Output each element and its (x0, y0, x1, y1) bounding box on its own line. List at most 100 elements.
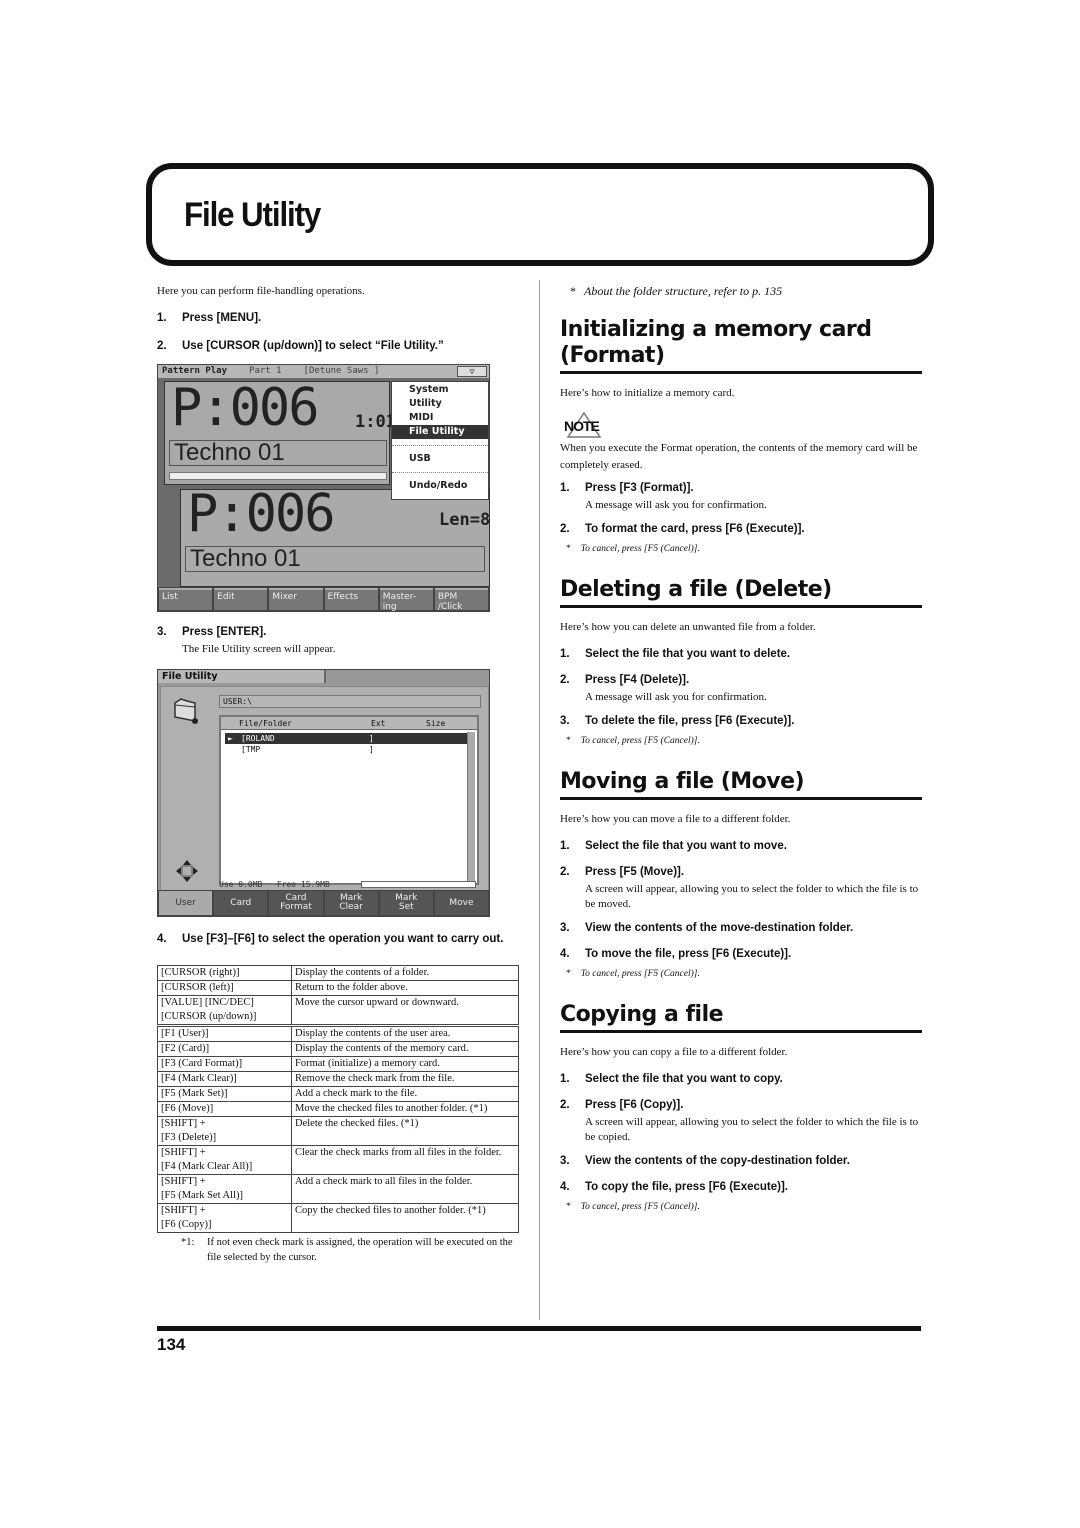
column-divider (539, 280, 540, 1320)
chapter-title: File Utility (184, 196, 321, 234)
section-copy: Copying a file Here’s how you can copy a… (560, 1002, 922, 1215)
table-row: [F2 (Card)] Display the contents of the m… (157, 1041, 519, 1057)
table-desc-cell: Clear the check marks from all files in … (291, 1145, 519, 1175)
heading-copy: Copying a file (560, 1002, 922, 1033)
menu-item-midi[interactable]: MIDI (392, 411, 488, 425)
fkey-effects[interactable]: Effects (324, 588, 378, 610)
section-delete: Deleting a file (Delete) Here’s how you … (560, 577, 922, 749)
table-desc-cell: Copy the checked files to another folder… (291, 1203, 519, 1233)
table-desc-cell: Return to the folder above. (291, 980, 519, 996)
step-1: 1. Press [MENU]. (157, 312, 262, 324)
table-row: [VALUE] [INC/DEC] [CURSOR (up/down)] Move… (157, 995, 519, 1026)
pattern-play-screen: Pattern Play Part 1 [Detune Saws ] ▽ P:0… (157, 364, 490, 612)
step-desc: A message will ask you for confirmation. (585, 691, 767, 703)
file-list-scrollbar[interactable] (467, 732, 475, 882)
table-key-cell: [SHIFT] + [F3 (Delete)] (157, 1116, 292, 1146)
table-desc-cell: Delete the checked files. (*1) (291, 1116, 519, 1146)
folder-structure-note: * About the folder structure, refer to p.… (570, 284, 783, 298)
cancel-note: * To cancel, press [F5 (Cancel)]. (566, 1202, 700, 1212)
fkey-card-format[interactable]: Card Format (269, 891, 323, 915)
table-key-cell: [F2 (Card)] (157, 1041, 292, 1057)
cursor-arrow-icon: ► (228, 734, 233, 743)
menu-dropdown-button[interactable]: ▽ (457, 366, 487, 377)
fkey-bpm-click[interactable]: BPM /Click (434, 588, 489, 612)
table-row: [F6 (Move)] Move the checked files to ano… (157, 1101, 519, 1117)
operations-table: [CURSOR (right)] Display the contents of … (157, 965, 519, 1233)
heading-format: Initializing a memory card (Format) (560, 317, 922, 374)
table-key-cell: [SHIFT] + [F4 (Mark Clear All)] (157, 1145, 292, 1175)
fkey-mixer[interactable]: Mixer (269, 588, 323, 610)
menu-item-system[interactable]: System (392, 383, 488, 397)
step-desc: A screen will appear, allowing you to se… (585, 1116, 919, 1143)
table-row: [CURSOR (right)] Display the contents of … (157, 965, 519, 981)
folder-icon (174, 698, 198, 724)
fkey-move[interactable]: Move (434, 891, 489, 915)
step-3: 3. Press [ENTER]. (157, 626, 267, 638)
cancel-note: * To cancel, press [F5 (Cancel)]. (566, 544, 700, 554)
fkey-list[interactable]: List (159, 588, 213, 610)
fkey-mark-set[interactable]: Mark Set (379, 891, 433, 915)
step-2: 2. To format the card, press [F6 (Execute… (560, 523, 805, 535)
table-desc-cell: Add a check mark to all files in the fol… (291, 1174, 519, 1204)
usage-text: Use 0.0MB Free 15.9MB (219, 880, 330, 889)
page-number: 134 (157, 1335, 186, 1354)
table-row: [F4 (Mark Clear)] Remove the check mark f… (157, 1071, 519, 1087)
note-block: NOTE When you execute the Format operati… (560, 412, 922, 474)
step-3: 3. To delete the file, press [F6 (Execute… (560, 715, 795, 727)
step-2: 2. Use [CURSOR (up/down)] to select “Fil… (157, 340, 444, 352)
heading-delete: Deleting a file (Delete) (560, 577, 922, 608)
table-key-cell: [F6 (Move)] (157, 1101, 292, 1117)
fkey-mark-clear[interactable]: Mark Clear (324, 891, 378, 915)
step-4: 4. To copy the file, press [F6 (Execute)]… (560, 1181, 788, 1193)
table-key-cell: [CURSOR (right)] (157, 965, 292, 981)
fkey-edit[interactable]: Edit (214, 588, 268, 610)
menu-item-utility[interactable]: Utility (392, 397, 488, 411)
step-3: 3. View the contents of the copy-destinat… (560, 1155, 850, 1167)
step-4: 4. To move the file, press [F6 (Execute)]… (560, 948, 792, 960)
table-row: [SHIFT] + [F3 (Delete)] Delete the checke… (157, 1116, 519, 1146)
heading-move: Moving a file (Move) (560, 769, 922, 800)
table-row: [F3 (Card Format)] Format (initialize) a … (157, 1056, 519, 1072)
fkey-card[interactable]: Card (214, 891, 268, 915)
table-row: [SHIFT] + [F5 (Mark Set All)] Add a check… (157, 1174, 519, 1204)
note-icon: NOTE (560, 412, 606, 438)
file-utility-function-keys: User Card Card Format Mark Clear Mark Se… (158, 890, 489, 916)
file-row[interactable]: ► [ROLAND ] (225, 733, 471, 744)
cancel-note: * To cancel, press [F5 (Cancel)]. (566, 969, 700, 979)
table-desc-cell: Display the contents of the memory card. (291, 1041, 519, 1057)
fkey-mastering[interactable]: Master- ing (379, 588, 433, 612)
menu-item-usb[interactable]: USB (392, 452, 488, 466)
table-row: [F5 (Mark Set)] Add a check mark to the f… (157, 1086, 519, 1102)
step-2: 2. Press [F4 (Delete)]. (560, 674, 690, 686)
screen-header: Pattern Play Part 1 [Detune Saws ] (158, 365, 489, 378)
file-utility-body: USER:\ File/Folder Ext Size ► [ROLAND ] … (160, 686, 489, 891)
path-display: USER:\ (219, 695, 481, 708)
menu-item-undo-redo[interactable]: Undo/Redo (392, 479, 488, 493)
step-3: 3. View the contents of the move-destinat… (560, 922, 854, 934)
cursor-dpad-icon (176, 860, 198, 882)
step-1: 1. Select the file that you want to copy. (560, 1073, 783, 1085)
pattern-panel-front: P:006 NEXT Len=8 Techno 01 (180, 484, 490, 587)
step-1: 1. Select the file that you want to delet… (560, 648, 791, 660)
page-footer-rule (157, 1326, 921, 1331)
step-4: 4. Use [F3]–[F6] to select the operation… (157, 933, 504, 945)
main-menu: System Utility MIDI File Utility USB Und… (391, 381, 489, 500)
table-desc-cell: Remove the check mark from the file. (291, 1071, 519, 1087)
file-utility-title: File Utility (158, 670, 326, 683)
table-row: [SHIFT] + [F4 (Mark Clear All)] Clear the… (157, 1145, 519, 1175)
step-2: 2. Press [F6 (Copy)]. (560, 1099, 684, 1111)
step-2: 2. Press [F5 (Move)]. (560, 866, 685, 878)
left-column: Here you can perform file-handling opera… (157, 284, 519, 1265)
usage-bar (361, 881, 476, 888)
table-desc-cell: Format (initialize) a memory card. (291, 1056, 519, 1072)
file-list: File/Folder Ext Size ► [ROLAND ] [TMP ] (219, 715, 479, 885)
section-move: Moving a file (Move) Here’s how you can … (560, 769, 922, 982)
table-key-cell: [SHIFT] + [F5 (Mark Set All)] (157, 1174, 292, 1204)
section-format: Initializing a memory card (Format) Here… (560, 317, 922, 557)
step-desc: A message will ask you for confirmation. (585, 499, 767, 511)
table-key-cell: [CURSOR (left)] (157, 980, 292, 996)
file-row[interactable]: [TMP ] (225, 744, 471, 755)
file-utility-screen: File Utility USER:\ File/Folder Ext Size… (157, 669, 490, 917)
fkey-user[interactable]: User (159, 891, 213, 915)
menu-item-file-utility[interactable]: File Utility (392, 425, 488, 439)
